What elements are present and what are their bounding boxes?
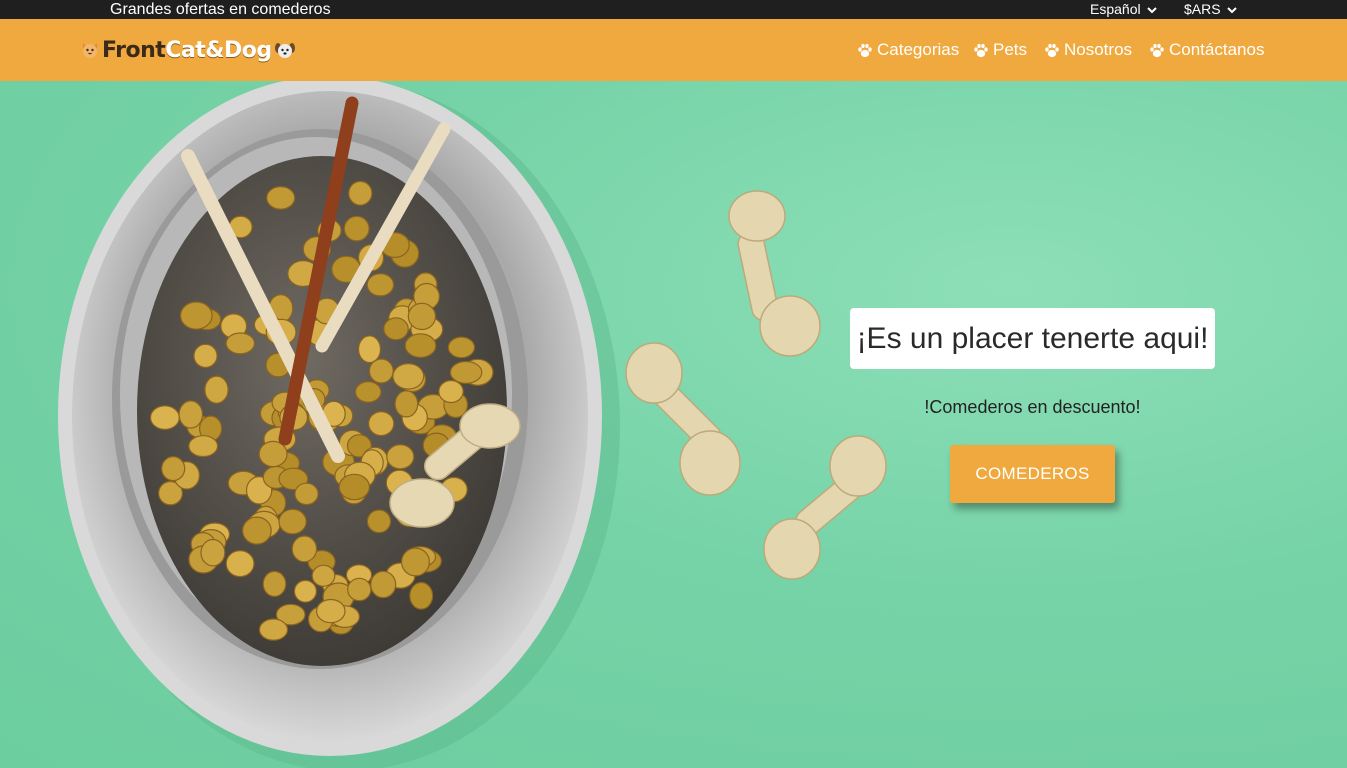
cat-face-icon bbox=[83, 43, 97, 58]
kibble-piece bbox=[370, 570, 397, 599]
kibble-piece bbox=[409, 581, 434, 610]
kibble-piece bbox=[447, 336, 476, 359]
kibble-piece bbox=[200, 538, 226, 567]
kibble-piece bbox=[354, 381, 382, 403]
currency-label: $ARS bbox=[1184, 1, 1221, 17]
promo-text: Grandes ofertas en comederos bbox=[110, 1, 331, 18]
kibble-piece bbox=[294, 482, 319, 506]
kibble-piece bbox=[449, 360, 483, 384]
kibble-piece bbox=[258, 618, 289, 641]
kibble-piece bbox=[404, 333, 437, 359]
language-selector[interactable]: Español bbox=[1090, 0, 1158, 19]
chevron-down-icon bbox=[1227, 7, 1238, 14]
nav-item-label: Pets bbox=[993, 40, 1028, 59]
kibble-piece bbox=[241, 516, 272, 545]
paw-icon bbox=[858, 43, 872, 57]
kibble-piece bbox=[366, 509, 392, 534]
kibble-piece bbox=[407, 302, 437, 331]
hero-background-image bbox=[58, 81, 887, 768]
kibble-piece bbox=[348, 180, 373, 206]
language-label: Español bbox=[1090, 1, 1141, 17]
kibble-piece bbox=[178, 400, 204, 429]
nav-item-contactanos[interactable]: Contáctanos bbox=[1149, 37, 1264, 63]
kibble-piece bbox=[225, 550, 255, 578]
kibble-piece bbox=[179, 301, 213, 330]
kibble-piece bbox=[401, 547, 431, 577]
hero-subtitle: !Comederos en descuento! bbox=[924, 397, 1141, 417]
brand-name-part1: Front bbox=[102, 37, 166, 63]
kibble-piece bbox=[392, 362, 425, 390]
top-bar: Grandes ofertas en comederos Español $AR… bbox=[0, 0, 1347, 19]
kibble-piece bbox=[438, 379, 464, 404]
kibble-piece bbox=[368, 411, 395, 437]
brand-logo[interactable]: Front Cat&Dog bbox=[80, 33, 296, 67]
nav-item-label: Nosotros bbox=[1064, 40, 1133, 59]
paw-icon bbox=[974, 43, 988, 57]
hero-banner: ¡Es un placer tenerte aqui! !Comederos e… bbox=[0, 81, 1347, 768]
kibble-piece bbox=[338, 473, 370, 501]
kibble-piece bbox=[311, 564, 336, 587]
chevron-down-icon bbox=[1147, 7, 1158, 14]
kibble-piece bbox=[188, 435, 219, 458]
main-navbar: Front Cat&Dog Categorias Pets Nosotros C… bbox=[0, 19, 1347, 81]
comederos-button[interactable]: COMEDEROS bbox=[950, 445, 1115, 503]
kibble-piece bbox=[347, 577, 372, 602]
hero-title: ¡Es un placer tenerte aqui! bbox=[856, 321, 1209, 355]
kibble-piece bbox=[291, 535, 318, 563]
kibble-piece bbox=[266, 185, 296, 210]
kibble-piece bbox=[258, 440, 288, 468]
nav-item-label: Contáctanos bbox=[1169, 40, 1265, 59]
nav-item-nosotros[interactable]: Nosotros bbox=[1044, 37, 1132, 63]
kibble-piece bbox=[193, 343, 218, 369]
kibble-piece bbox=[366, 273, 395, 297]
kibble-piece bbox=[357, 335, 382, 364]
kibble-piece bbox=[343, 215, 370, 242]
kibble-piece bbox=[394, 390, 419, 418]
kibble-piece bbox=[315, 598, 346, 624]
kibble-piece bbox=[368, 358, 394, 384]
nav-item-label: Categorias bbox=[877, 40, 960, 59]
kibble-piece bbox=[383, 317, 409, 341]
nav-item-pets[interactable]: Pets bbox=[973, 37, 1027, 63]
welcome-box: ¡Es un placer tenerte aqui! bbox=[850, 308, 1215, 369]
nav-item-categorias[interactable]: Categorias bbox=[857, 37, 959, 63]
kibble-piece bbox=[262, 570, 287, 597]
dog-face-icon bbox=[274, 43, 295, 58]
paw-icon bbox=[1045, 43, 1059, 57]
kibble-piece bbox=[293, 579, 317, 603]
kibble-piece bbox=[278, 508, 307, 535]
kibble-piece bbox=[386, 444, 415, 470]
kibble-piece bbox=[149, 405, 180, 431]
kibble-piece bbox=[225, 332, 256, 355]
kibble-piece bbox=[204, 375, 229, 404]
brand-name-part2: Cat&Dog bbox=[165, 37, 272, 63]
paw-icon bbox=[1150, 43, 1164, 57]
kibble-piece bbox=[161, 456, 186, 482]
currency-selector[interactable]: $ARS bbox=[1184, 0, 1238, 19]
